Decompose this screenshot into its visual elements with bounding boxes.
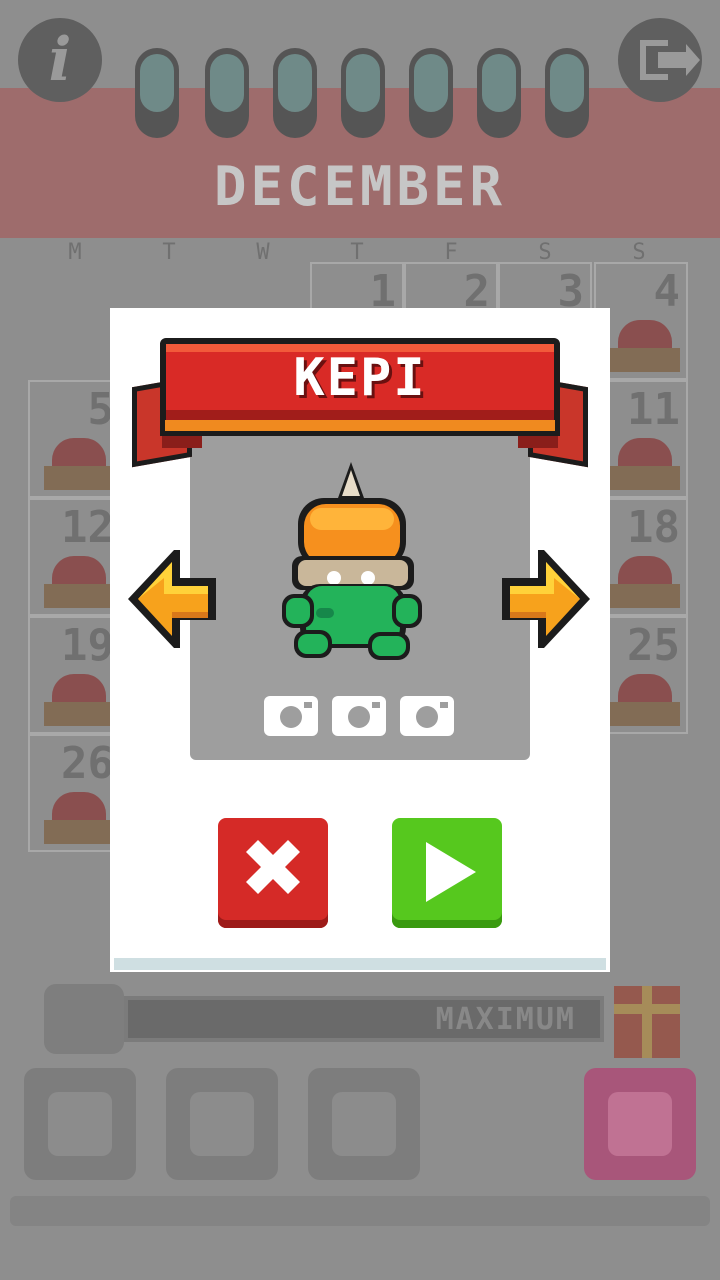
tab-profile[interactable] [24,1068,136,1180]
next-character-button[interactable] [498,544,594,654]
tab-games[interactable] [166,1068,278,1180]
day-cell[interactable]: 26 [28,734,122,852]
character-sprite [282,462,422,660]
gift-icon[interactable] [614,986,680,1058]
progress-label: MAXIMUM [435,1002,576,1037]
play-button[interactable] [392,818,502,928]
play-icon [426,842,476,902]
weekday-row: M T W T F S S [28,240,692,265]
camera-icon [332,696,386,736]
previous-character-button[interactable] [124,544,220,654]
photo-slots [264,696,456,740]
character-dialog: KEPI [110,308,610,972]
progress-bar: MAXIMUM [44,984,604,1054]
name-banner: KEPI [110,334,610,468]
character-name: KEPI [293,348,427,408]
day-cell[interactable]: 19 [28,616,122,734]
arrow-right-icon [502,550,590,648]
calendar-rings [135,48,595,138]
profile-icon [48,1092,112,1156]
bottom-tabs [24,1068,696,1184]
close-icon [246,840,300,894]
exit-button[interactable] [618,18,702,102]
trophy-icon [44,984,124,1054]
arrow-left-icon [128,550,216,648]
bunny-icon [332,1092,396,1156]
close-button[interactable] [218,818,328,928]
tab-shop[interactable] [584,1068,696,1180]
day-cell[interactable]: 12 [28,498,122,616]
tab-characters[interactable] [308,1068,420,1180]
day-cell[interactable]: 5 [28,380,122,498]
month-title: DECEMBER [213,155,507,218]
info-button[interactable]: i [18,18,102,102]
camera-icon [400,696,454,736]
face-icon [608,1092,672,1156]
gamepad-icon [190,1092,254,1156]
camera-icon [264,696,318,736]
